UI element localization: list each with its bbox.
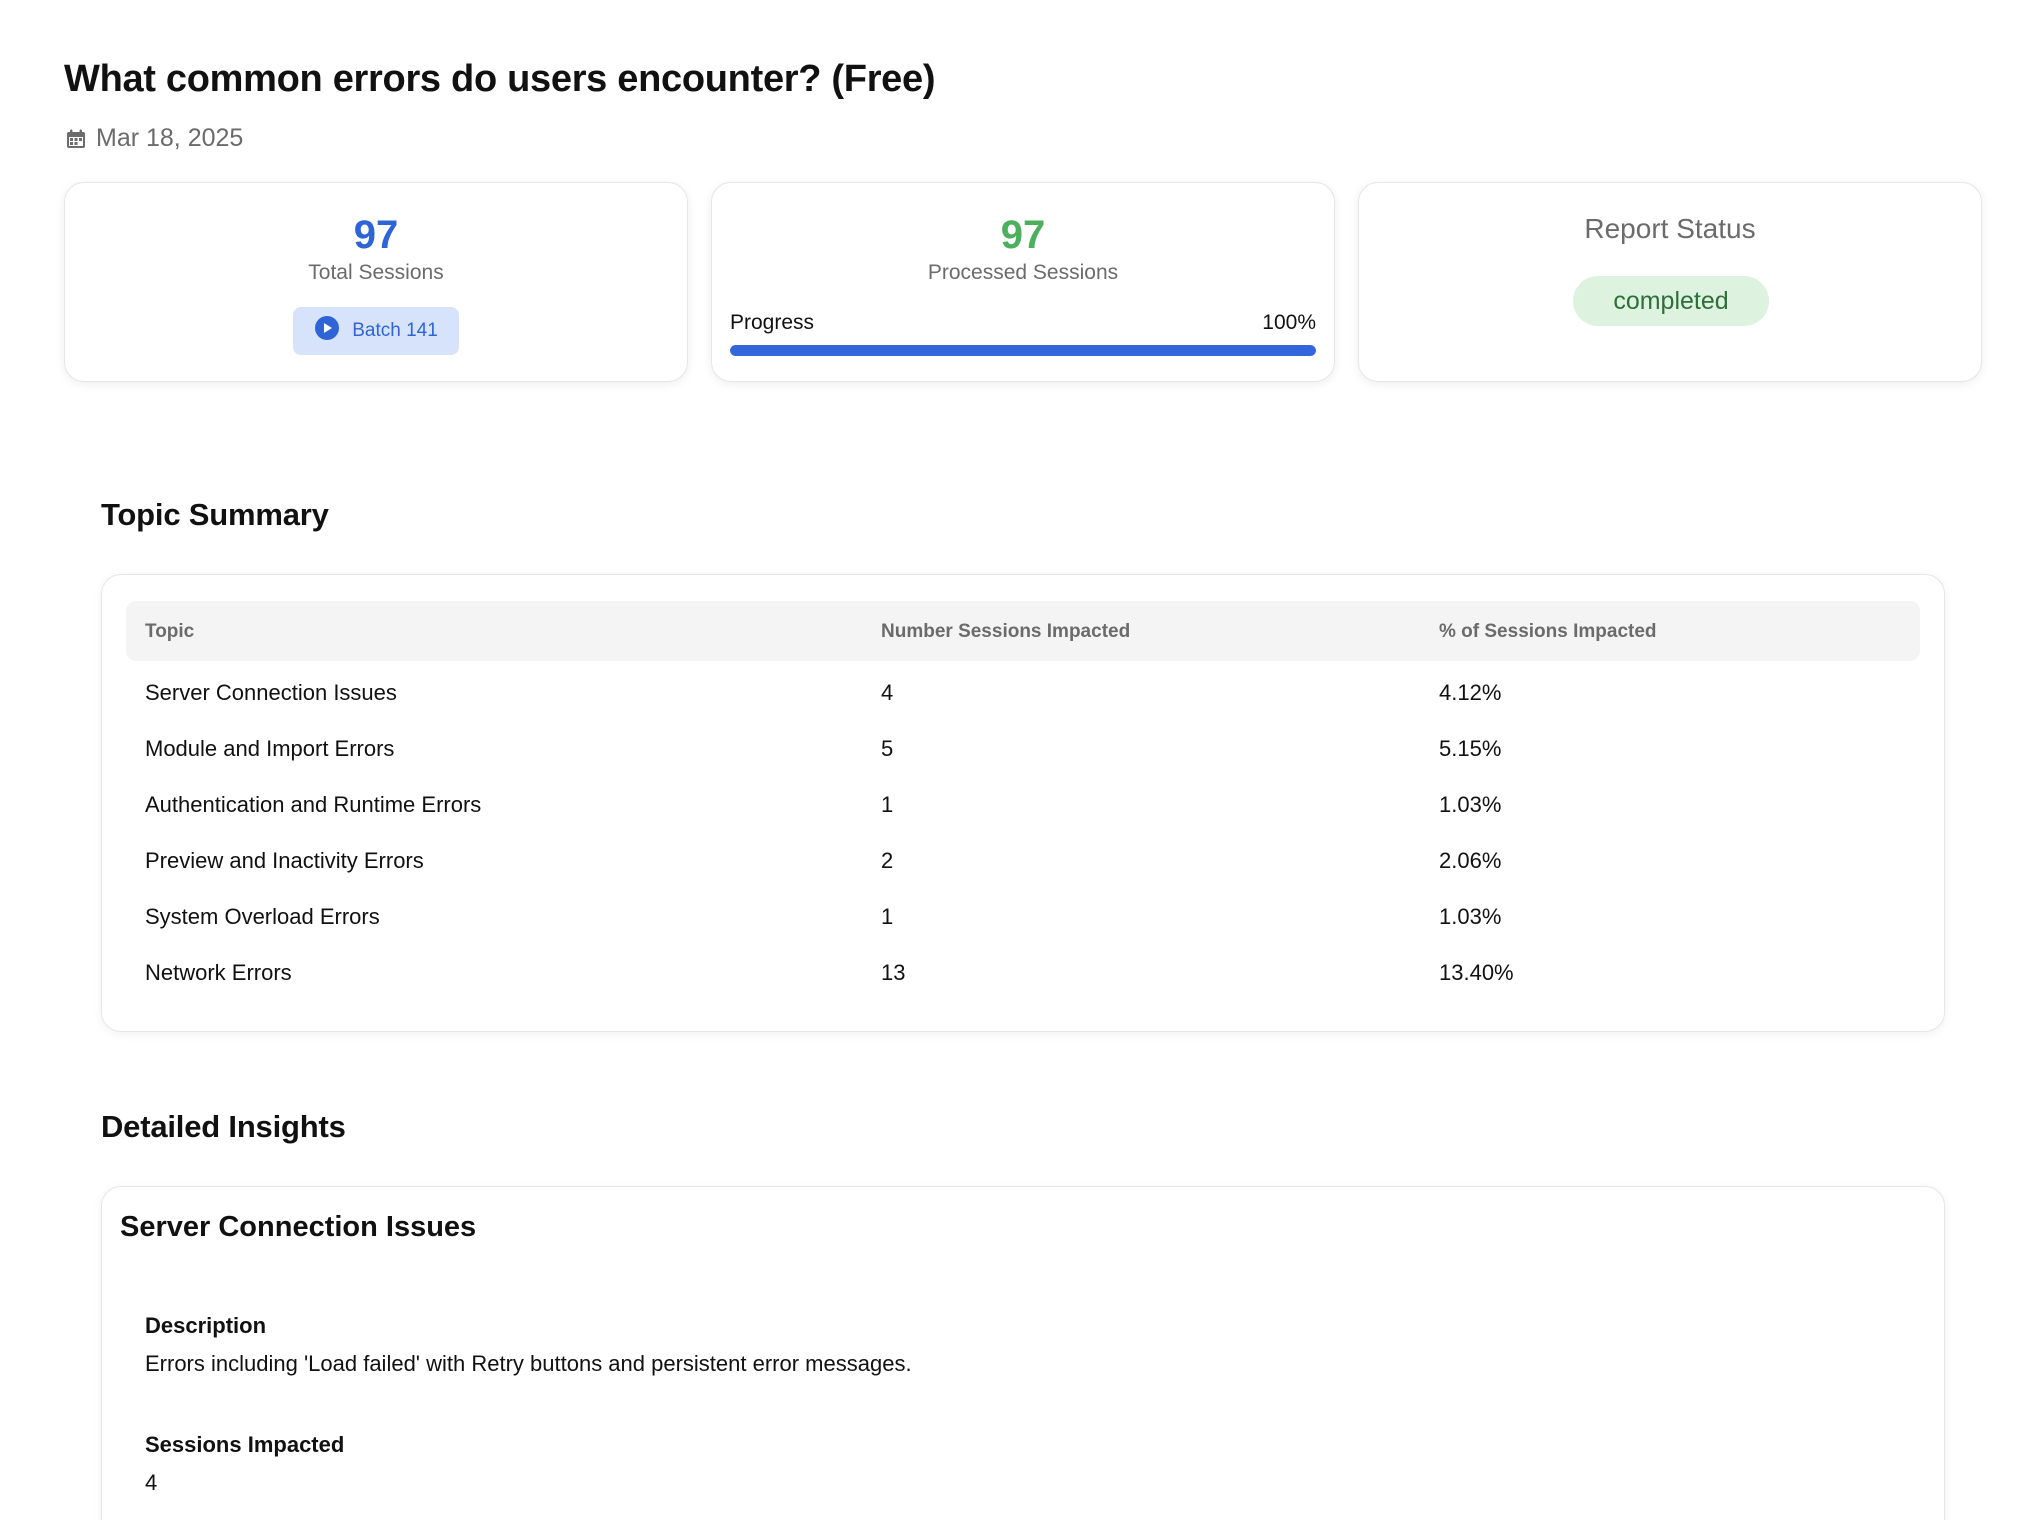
cell-percent: 1.03% — [1439, 904, 1502, 929]
batch-button[interactable]: Batch 141 — [293, 307, 459, 355]
table-row[interactable]: Network Errors 13 13.40% — [126, 941, 1920, 997]
cell-percent: 13.40% — [1439, 960, 1514, 985]
status-badge: completed — [1573, 276, 1769, 326]
table-row[interactable]: Preview and Inactivity Errors 2 2.06% — [126, 829, 1920, 885]
total-sessions-value: 97 — [353, 213, 399, 257]
cell-topic: Network Errors — [145, 960, 292, 985]
cell-count: 1 — [881, 792, 894, 817]
total-sessions-card: 97 Total Sessions Batch 141 — [64, 182, 688, 382]
cell-count: 13 — [881, 960, 906, 985]
cell-percent: 4.12% — [1439, 680, 1502, 705]
batch-label: Batch 141 — [352, 320, 438, 341]
cell-topic: Preview and Inactivity Errors — [145, 848, 424, 873]
processed-sessions-value: 97 — [1000, 213, 1046, 257]
report-status-title: Report Status — [1584, 213, 1756, 244]
sessions-impacted-label: Sessions Impacted — [145, 1432, 345, 1457]
cell-count: 4 — [881, 680, 894, 705]
page-title: What common errors do users encounter? (… — [64, 58, 936, 100]
topic-summary-title: Topic Summary — [101, 497, 329, 532]
processed-sessions-card: 97 Processed Sessions Progress 100% — [711, 182, 1335, 382]
cell-topic: Authentication and Runtime Errors — [145, 792, 482, 817]
detailed-insights-title: Detailed Insights — [101, 1109, 346, 1144]
total-sessions-label: Total Sessions — [308, 261, 444, 284]
cell-percent: 1.03% — [1439, 792, 1502, 817]
table-header: Topic Number Sessions Impacted % of Sess… — [126, 601, 1920, 661]
progress-value: 100% — [1262, 311, 1316, 334]
progress-label: Progress — [730, 311, 815, 334]
insight-title: Server Connection Issues — [120, 1211, 477, 1243]
table-row[interactable]: System Overload Errors 1 1.03% — [126, 885, 1920, 941]
column-header-percent[interactable]: % of Sessions Impacted — [1439, 621, 1657, 643]
cell-count: 2 — [881, 848, 894, 873]
date-text: Mar 18, 2025 — [96, 124, 244, 152]
column-header-sessions[interactable]: Number Sessions Impacted — [881, 621, 1130, 643]
progress-fill — [730, 345, 1316, 356]
table-row[interactable]: Module and Import Errors 5 5.15% — [126, 717, 1920, 773]
cell-topic: System Overload Errors — [145, 904, 380, 929]
cell-topic: Module and Import Errors — [145, 736, 395, 761]
processed-sessions-label: Processed Sessions — [927, 261, 1119, 284]
insight-card: Server Connection Issues Description Err… — [101, 1186, 1945, 1520]
progress-bar — [730, 345, 1316, 356]
column-header-topic[interactable]: Topic — [145, 621, 194, 643]
report-status-card: Report Status completed — [1358, 182, 1982, 382]
play-circle-icon — [314, 315, 340, 347]
cell-topic: Server Connection Issues — [145, 680, 397, 705]
calendar-icon — [66, 129, 86, 149]
table-row[interactable]: Server Connection Issues 4 4.12% — [126, 661, 1920, 717]
table-row[interactable]: Authentication and Runtime Errors 1 1.03… — [126, 773, 1920, 829]
cell-count: 5 — [881, 736, 894, 761]
cell-count: 1 — [881, 904, 894, 929]
cell-percent: 2.06% — [1439, 848, 1502, 873]
description-label: Description — [145, 1313, 267, 1338]
cell-percent: 5.15% — [1439, 736, 1502, 761]
topic-summary-table: Topic Number Sessions Impacted % of Sess… — [101, 574, 1945, 1032]
sessions-impacted-value: 4 — [145, 1470, 158, 1495]
report-date: Mar 18, 2025 — [66, 124, 243, 153]
description-text: Errors including 'Load failed' with Retr… — [145, 1351, 912, 1376]
table-body: Server Connection Issues 4 4.12% Module … — [126, 661, 1920, 997]
